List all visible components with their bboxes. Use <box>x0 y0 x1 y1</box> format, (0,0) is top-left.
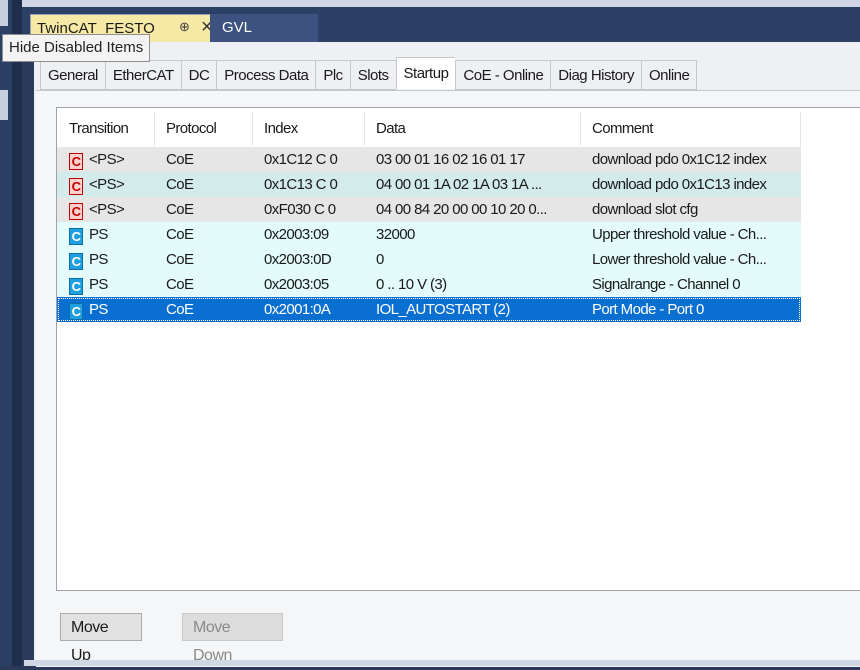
column-header-protocol[interactable]: Protocol <box>155 112 253 146</box>
protocol-cell: CoE <box>166 226 194 243</box>
protocol-cell: CoE <box>166 201 194 218</box>
data-cell: 0 <box>376 251 384 268</box>
tooltip-hide-disabled-items: Hide Disabled Items <box>2 34 151 62</box>
index-cell: 0x2003:0D <box>264 251 332 268</box>
dock-marker-2[interactable] <box>0 90 8 120</box>
transition-cell: C <PS> <box>57 147 155 172</box>
move-up-button[interactable]: Move Up <box>60 613 142 664</box>
tab-process-data[interactable]: Process Data <box>216 60 316 90</box>
subtab-strip: General EtherCAT DC Process Data Plc Slots Sta… <box>40 57 698 90</box>
column-header-index[interactable]: Index <box>253 112 365 146</box>
coe-command-icon: C <box>69 228 83 245</box>
tab-online[interactable]: Online <box>640 60 698 90</box>
index-cell: 0x2001:0A <box>264 301 331 318</box>
tab-dc[interactable]: DC <box>180 60 217 90</box>
protocol-cell: CoE <box>166 251 194 268</box>
index-cell: 0x2003:09 <box>264 226 329 243</box>
data-cell: 32000 <box>376 226 415 243</box>
transition-cell: C PS <box>57 247 155 272</box>
coe-command-icon: C <box>69 253 83 270</box>
column-header-data[interactable]: Data <box>365 112 581 146</box>
transition-label: <PS> <box>89 151 125 168</box>
data-cell: IOL_AUTOSTART (2) <box>376 301 510 318</box>
tab-coe-online[interactable]: CoE - Online <box>455 60 551 90</box>
transition-label: <PS> <box>89 176 125 193</box>
transition-cell: C <PS> <box>57 197 155 222</box>
comment-cell: Port Mode - Port 0 <box>592 301 704 318</box>
comment-cell: Lower threshold value - Ch... <box>592 251 767 268</box>
coe-command-icon: C <box>69 178 83 195</box>
data-cell: 04 00 01 1A 02 1A 03 1A ... <box>376 176 542 193</box>
left-dock-strip <box>0 0 22 666</box>
comment-cell: download pdo 0x1C13 index <box>592 176 767 193</box>
table-row[interactable]: C PS CoE 0x2001:0A IOL_AUTOSTART (2) Port Mod… <box>57 297 801 322</box>
tab-gvl-label: GVL <box>222 19 253 36</box>
tab-startup[interactable]: Startup <box>395 57 456 89</box>
status-strip <box>24 660 860 666</box>
dock-marker-1[interactable] <box>0 0 8 26</box>
coe-command-icon: C <box>69 153 83 170</box>
comment-cell: Signalrange - Channel 0 <box>592 276 741 293</box>
transition-cell: C PS <box>57 222 155 247</box>
table-row[interactable]: C <PS> CoE 0x1C13 C 0 04 00 01 1A 02 1A 03 1… <box>57 172 801 197</box>
transition-label: <PS> <box>89 201 125 218</box>
index-cell: 0x1C13 C 0 <box>264 176 338 193</box>
transition-label: PS <box>89 251 108 268</box>
coe-command-icon: C <box>69 203 83 220</box>
data-cell: 0 .. 10 V (3) <box>376 276 447 293</box>
transition-label: PS <box>89 276 108 293</box>
protocol-cell: CoE <box>166 151 194 168</box>
transition-cell: C PS <box>57 272 155 297</box>
startup-list[interactable]: Transition Protocol Index Data Comment C <PS>… <box>56 107 860 591</box>
table-row[interactable]: C <PS> CoE 0xF030 C 0 04 00 84 20 00 00 10 2… <box>57 197 801 222</box>
tab-ethercat[interactable]: EtherCAT <box>104 60 181 90</box>
column-header-transition[interactable]: Transition <box>57 112 155 146</box>
transition-cell: C PS <box>57 297 155 322</box>
table-row[interactable]: C PS CoE 0x2003:0D 0 Lower threshold value - … <box>57 247 801 272</box>
index-cell: 0x1C12 C 0 <box>264 151 338 168</box>
protocol-cell: CoE <box>166 301 194 318</box>
transition-label: PS <box>89 226 108 243</box>
tab-gvl[interactable]: GVL <box>210 14 318 42</box>
data-cell: 03 00 01 16 02 16 01 17 <box>376 151 525 168</box>
comment-cell: download slot cfg <box>592 201 698 218</box>
list-header: Transition Protocol Index Data Comment <box>57 112 801 146</box>
move-down-button: Move Down <box>182 613 283 664</box>
tab-plc[interactable]: Plc <box>315 60 350 90</box>
index-cell: 0x2003:05 <box>264 276 329 293</box>
tab-diag-history[interactable]: Diag History <box>550 60 641 90</box>
toolbar-band <box>22 0 860 7</box>
column-header-comment[interactable]: Comment <box>581 112 801 146</box>
comment-cell: download pdo 0x1C12 index <box>592 151 767 168</box>
protocol-cell: CoE <box>166 276 194 293</box>
transition-label: PS <box>89 301 108 318</box>
table-row[interactable]: C PS CoE 0x2003:09 32000 Upper threshold valu… <box>57 222 801 247</box>
transition-cell: C <PS> <box>57 172 155 197</box>
index-cell: 0xF030 C 0 <box>264 201 336 218</box>
table-row[interactable]: C PS CoE 0x2003:05 0 .. 10 V (3) Signalrange … <box>57 272 801 297</box>
comment-cell: Upper threshold value - Ch... <box>592 226 767 243</box>
coe-command-icon: C <box>69 278 83 295</box>
protocol-cell: CoE <box>166 176 194 193</box>
tab-general[interactable]: General <box>40 60 105 90</box>
device-editor-panel: General EtherCAT DC Process Data Plc Slots Sta… <box>34 42 860 667</box>
table-row[interactable]: C <PS> CoE 0x1C12 C 0 03 00 01 16 02 16 01 1… <box>57 147 801 172</box>
tab-slots[interactable]: Slots <box>349 60 396 90</box>
left-dock-inner <box>12 0 22 666</box>
pin-icon[interactable]: ⊕ <box>179 19 190 35</box>
coe-command-icon: C <box>69 303 83 320</box>
startup-tab-content: Transition Protocol Index Data Comment C <PS>… <box>36 90 860 667</box>
data-cell: 04 00 84 20 00 00 10 20 0... <box>376 201 547 218</box>
